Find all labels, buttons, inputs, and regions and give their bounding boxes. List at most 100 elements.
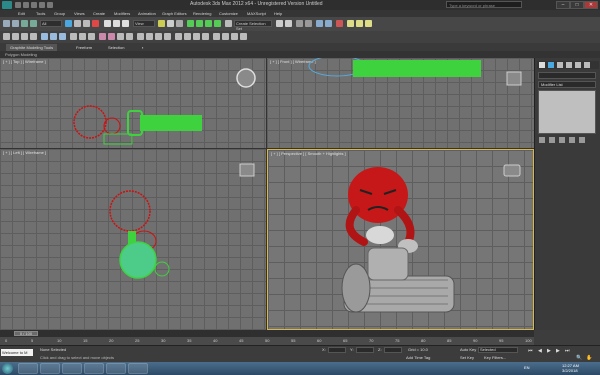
material-editor-icon[interactable]	[336, 20, 343, 27]
key-mode-dropdown[interactable]: Selected	[478, 347, 518, 353]
keyboard-shortcut-icon[interactable]	[176, 20, 183, 27]
move-icon[interactable]	[104, 20, 111, 27]
set-key-button[interactable]: Set Key	[460, 355, 474, 360]
extras-tool-20-icon[interactable]	[184, 33, 191, 40]
mirror-icon[interactable]	[276, 20, 283, 27]
snaps-toggle-icon[interactable]	[187, 20, 194, 27]
extras-tool-9-icon[interactable]	[79, 33, 86, 40]
curve-editor-icon[interactable]	[316, 20, 323, 27]
menu-rendering[interactable]: Rendering	[193, 10, 211, 17]
tab-graphite-modeling-tools[interactable]: Graphite Modeling Tools	[6, 44, 58, 51]
window-crossing-icon[interactable]	[92, 20, 99, 27]
z-coordinate-field[interactable]	[384, 347, 402, 353]
viewcube-top-icon[interactable]	[236, 68, 256, 88]
percent-snap-icon[interactable]	[205, 20, 212, 27]
maxscript-listener[interactable]: Welcome to M	[1, 349, 33, 356]
select-manipulate-icon[interactable]	[167, 20, 174, 27]
start-button-icon[interactable]	[2, 363, 13, 374]
modify-tab-icon[interactable]	[548, 62, 554, 68]
spinner-snap-icon[interactable]	[214, 20, 221, 27]
menu-help[interactable]: Help	[274, 10, 282, 17]
extras-tool-15-icon[interactable]	[137, 33, 144, 40]
menu-customize[interactable]: Customize	[219, 10, 238, 17]
time-slider-thumb[interactable]: 0 / 100	[14, 331, 38, 336]
render-setup-icon[interactable]	[347, 20, 354, 27]
extras-tool-19-icon[interactable]	[175, 33, 182, 40]
menu-maxscript[interactable]: MAXScript	[247, 10, 266, 17]
unlink-icon[interactable]	[30, 20, 37, 27]
y-coordinate-field[interactable]	[356, 347, 374, 353]
extras-tool-2-icon[interactable]	[12, 33, 19, 40]
taskbar-media-player-icon[interactable]	[84, 363, 104, 374]
extras-tool-10-icon[interactable]	[88, 33, 95, 40]
menu-group[interactable]: Group	[54, 10, 65, 17]
extras-tool-7-icon[interactable]	[59, 33, 66, 40]
extras-tool-12-icon[interactable]	[108, 33, 115, 40]
extras-tool-25-icon[interactable]	[231, 33, 238, 40]
key-filters-button[interactable]: Key Filters...	[484, 355, 506, 360]
remove-modifier-icon[interactable]	[569, 137, 575, 143]
schematic-view-icon[interactable]	[325, 20, 332, 27]
next-frame-icon[interactable]: ▶	[556, 348, 560, 354]
time-slider[interactable]: 0 / 100	[0, 330, 534, 337]
extras-tool-5-icon[interactable]	[41, 33, 48, 40]
select-object-icon[interactable]	[65, 20, 72, 27]
display-tab-icon[interactable]	[575, 62, 581, 68]
undo-icon[interactable]	[39, 2, 45, 8]
taskbar-firefox-icon[interactable]	[40, 363, 60, 374]
object-name-field[interactable]	[538, 72, 596, 79]
go-to-end-icon[interactable]: ⏭	[565, 348, 570, 354]
taskbar-skype-icon[interactable]	[62, 363, 82, 374]
menu-modifiers[interactable]: Modifiers	[114, 10, 130, 17]
modifier-stack[interactable]	[538, 90, 596, 134]
viewcube-left-icon[interactable]	[239, 163, 255, 177]
extras-tool-13-icon[interactable]	[117, 33, 124, 40]
extras-tool-21-icon[interactable]	[193, 33, 200, 40]
pin-stack-icon[interactable]	[539, 137, 545, 143]
modifier-list-dropdown[interactable]: Modifier List	[538, 81, 596, 88]
utilities-tab-icon[interactable]	[584, 62, 590, 68]
menu-animation[interactable]: Animation	[138, 10, 156, 17]
layer-manager-icon[interactable]	[296, 20, 303, 27]
pivot-center-icon[interactable]	[158, 20, 165, 27]
zoom-icon[interactable]: 🔍	[576, 355, 582, 361]
minimize-button[interactable]: –	[556, 1, 570, 9]
viewport-left[interactable]: [ + ] [ Left ] [ Wireframe ]	[0, 149, 267, 330]
extras-tool-14-icon[interactable]	[126, 33, 133, 40]
taskbar-3dsmax-icon[interactable]	[106, 363, 126, 374]
scale-icon[interactable]	[122, 20, 129, 27]
redo-icon[interactable]	[47, 2, 53, 8]
viewport-perspective[interactable]: [ + ] [ Perspective ] [ Smooth + Highlig…	[267, 149, 534, 330]
previous-frame-icon[interactable]: ◀	[538, 348, 542, 354]
viewport-front[interactable]: [ + ] [ Front ] [ Wireframe ]	[267, 58, 534, 149]
viewcube-perspective-icon[interactable]	[503, 164, 521, 177]
tab-freeform[interactable]: Freeform	[72, 44, 96, 51]
extras-tool-23-icon[interactable]	[213, 33, 220, 40]
named-selection-dropdown[interactable]: Create Selection Set	[234, 20, 272, 31]
hierarchy-tab-icon[interactable]	[557, 62, 563, 68]
auto-key-button[interactable]: Auto Key	[460, 347, 476, 352]
region-select-icon[interactable]	[83, 20, 90, 27]
app-logo-icon[interactable]	[2, 1, 12, 9]
extras-tool-17-icon[interactable]	[155, 33, 162, 40]
close-button[interactable]: ✕	[584, 1, 598, 9]
new-file-icon[interactable]	[15, 2, 21, 8]
graphite-toggle-icon[interactable]	[305, 20, 312, 27]
play-icon[interactable]: ▶	[547, 348, 551, 354]
taskbar-explorer-icon[interactable]	[18, 363, 38, 374]
add-time-tag-button[interactable]: Add Time Tag	[406, 355, 430, 360]
motion-tab-icon[interactable]	[566, 62, 572, 68]
rotate-icon[interactable]	[113, 20, 120, 27]
redo-scene-icon[interactable]	[12, 20, 19, 27]
menu-tools[interactable]: Tools	[36, 10, 45, 17]
maximize-button[interactable]: □	[570, 1, 584, 9]
tab-selection[interactable]: Selection	[104, 44, 128, 51]
edit-named-sets-icon[interactable]	[225, 20, 232, 27]
extras-tool-1-icon[interactable]	[3, 33, 10, 40]
viewcube-front-icon[interactable]	[506, 71, 522, 86]
taskbar-photoshop-icon[interactable]	[128, 363, 148, 374]
go-to-start-icon[interactable]: ⏮	[528, 348, 533, 354]
undo-scene-icon[interactable]	[3, 20, 10, 27]
extras-tool-16-icon[interactable]	[146, 33, 153, 40]
menu-graph-editors[interactable]: Graph Editors	[162, 10, 187, 17]
